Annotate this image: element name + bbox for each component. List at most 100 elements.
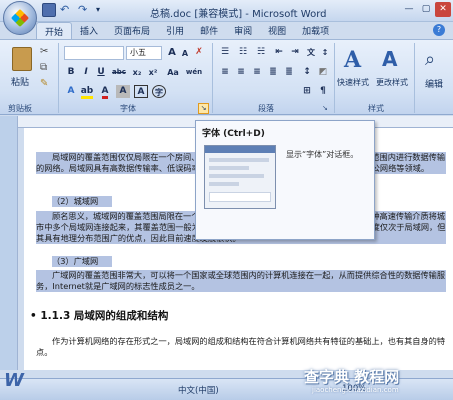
- change-styles-button[interactable]: A 更改样式: [375, 44, 411, 98]
- vertical-ruler[interactable]: [0, 116, 18, 370]
- bullets-button[interactable]: ☰: [218, 46, 232, 59]
- shrink-font-button[interactable]: A: [178, 47, 192, 60]
- font-size-combo[interactable]: 小五: [126, 46, 162, 60]
- highlight-button[interactable]: ab: [80, 85, 94, 99]
- preview-row: [209, 166, 249, 170]
- selected-paragraph: （2）城域网: [52, 196, 112, 207]
- char-shading-button[interactable]: A: [116, 85, 130, 98]
- maximize-button[interactable]: ▢: [418, 2, 434, 17]
- customize-qat-icon[interactable]: ▾: [96, 3, 110, 17]
- window-controls: — ▢ ✕: [401, 2, 451, 17]
- office-button[interactable]: [3, 1, 37, 35]
- align-center-button[interactable]: ≡: [234, 66, 248, 79]
- cut-icon[interactable]: ✂: [40, 46, 48, 57]
- tab-review[interactable]: 审阅: [226, 22, 260, 39]
- paragraph-dialog-launcher-icon[interactable]: ↘: [322, 104, 328, 112]
- help-icon[interactable]: ?: [433, 24, 445, 36]
- section-heading-text: 1.1.3 局域网的组成和结构: [40, 310, 169, 322]
- increase-indent-button[interactable]: ⇥: [288, 46, 302, 59]
- section-heading: • 1.1.3 局域网的组成和结构: [30, 308, 168, 323]
- numbering-button[interactable]: ☷: [236, 46, 250, 59]
- preview-row: [209, 174, 264, 178]
- clear-format-button[interactable]: ✗: [192, 46, 206, 59]
- change-styles-icon: A: [382, 47, 398, 71]
- redo-icon[interactable]: ↷: [78, 3, 92, 17]
- font-color-button[interactable]: A: [98, 85, 112, 99]
- tooltip-description: 显示“字体”对话框。: [286, 150, 359, 159]
- align-left-button[interactable]: ≡: [218, 66, 232, 79]
- quick-access-toolbar: ↶ ↷ ▾: [42, 3, 110, 17]
- tab-page-layout[interactable]: 页面布局: [106, 22, 158, 39]
- tab-references[interactable]: 引用: [158, 22, 192, 39]
- font-dialog-launcher-icon[interactable]: ↘: [198, 103, 209, 114]
- quick-styles-icon: A: [344, 47, 362, 73]
- preview-row: [209, 158, 269, 162]
- grow-font-button[interactable]: A: [165, 46, 179, 59]
- font-group-label: 字体: [120, 104, 136, 113]
- office-logo-icon: [10, 8, 30, 28]
- minimize-button[interactable]: —: [401, 2, 417, 17]
- underline-button[interactable]: U: [94, 66, 108, 79]
- multilevel-list-button[interactable]: ☵: [254, 46, 268, 59]
- tab-home[interactable]: 开始: [36, 22, 73, 39]
- preview-row: [209, 182, 239, 186]
- styles-group-label: 样式: [368, 104, 384, 113]
- distribute-button[interactable]: ≣: [282, 66, 296, 79]
- preview-row: [209, 192, 271, 202]
- strikethrough-button[interactable]: abc: [110, 66, 128, 79]
- tab-addins[interactable]: 加载项: [294, 22, 337, 39]
- separator: [334, 43, 335, 113]
- paste-icon: [12, 47, 32, 71]
- bold-button[interactable]: B: [64, 66, 78, 79]
- language-indicator[interactable]: 中文(中国): [178, 384, 219, 396]
- sort-button[interactable]: ↕: [318, 46, 332, 59]
- copy-icon[interactable]: ⧉: [40, 62, 47, 73]
- italic-button[interactable]: I: [79, 66, 93, 79]
- watermark: 查字典 教程网: [304, 368, 400, 386]
- separator: [212, 43, 213, 113]
- editing-button[interactable]: ⌕ 编辑: [418, 44, 450, 98]
- line-spacing-button[interactable]: ↕: [300, 66, 314, 79]
- window-title: 总稿.doc [兼容模式] - Microsoft Word: [150, 9, 327, 20]
- title-bar: ↶ ↷ ▾ 总稿.doc [兼容模式] - Microsoft Word — ▢…: [0, 0, 453, 22]
- clipboard-group-label: 剪贴板: [8, 104, 32, 113]
- enclose-char-button[interactable]: 字: [152, 85, 166, 98]
- separator: [414, 43, 415, 113]
- change-styles-label: 更改样式: [376, 78, 408, 87]
- font-tooltip: 字体 (Ctrl+D) 显示“字体”对话框。: [195, 120, 375, 240]
- save-icon[interactable]: [42, 3, 56, 17]
- selected-paragraph: 广域网的覆盖范围非常大，可以将一个国家或全球范围内的计算机连接在一起，从而提供综…: [36, 270, 446, 292]
- close-button[interactable]: ✕: [435, 2, 451, 17]
- binoculars-icon: ⌕: [425, 49, 436, 70]
- text-effect-button[interactable]: A: [64, 85, 78, 98]
- change-case-button[interactable]: Aa: [164, 66, 182, 79]
- quick-styles-button[interactable]: A 快速样式: [336, 44, 372, 98]
- tab-insert[interactable]: 插入: [72, 22, 106, 39]
- body-paragraph: 作为计算机网络的存在形式之一，局域网的组成和结构在符合计算机网络共有特征的基础上…: [36, 336, 446, 357]
- paste-label: 粘贴: [11, 78, 30, 88]
- editing-label: 编辑: [425, 80, 444, 90]
- format-painter-icon[interactable]: ✎: [40, 78, 48, 89]
- tab-mailings[interactable]: 邮件: [192, 22, 226, 39]
- align-right-button[interactable]: ≡: [250, 66, 264, 79]
- tab-view[interactable]: 视图: [260, 22, 294, 39]
- font-name-combo[interactable]: [64, 46, 124, 60]
- superscript-button[interactable]: x²: [146, 66, 160, 79]
- shading-button[interactable]: ◩: [316, 66, 330, 79]
- decrease-indent-button[interactable]: ⇤: [272, 46, 286, 59]
- font-dialog-preview-image: [204, 145, 276, 209]
- watermark-url: jiaocheng.chazidian.com: [312, 386, 399, 394]
- chinese-layout-button[interactable]: 文: [304, 46, 318, 59]
- char-border-button[interactable]: A: [134, 85, 148, 98]
- word-logo-icon: W: [4, 370, 24, 391]
- borders-button[interactable]: ⊞: [300, 85, 314, 98]
- paste-button[interactable]: 粘贴: [6, 44, 36, 98]
- quick-styles-label: 快速样式: [337, 78, 369, 87]
- justify-button[interactable]: ≣: [266, 66, 280, 79]
- ribbon: 粘贴 ✂ ⧉ ✎ 剪贴板 小五 A A ✗ B I U abc x₂ x² Aa…: [0, 39, 453, 115]
- undo-icon[interactable]: ↶: [60, 3, 74, 17]
- show-marks-button[interactable]: ¶: [316, 85, 330, 98]
- selected-paragraph: （3）广域网: [52, 256, 112, 267]
- phonetic-guide-button[interactable]: wén: [184, 66, 204, 79]
- subscript-button[interactable]: x₂: [130, 66, 144, 79]
